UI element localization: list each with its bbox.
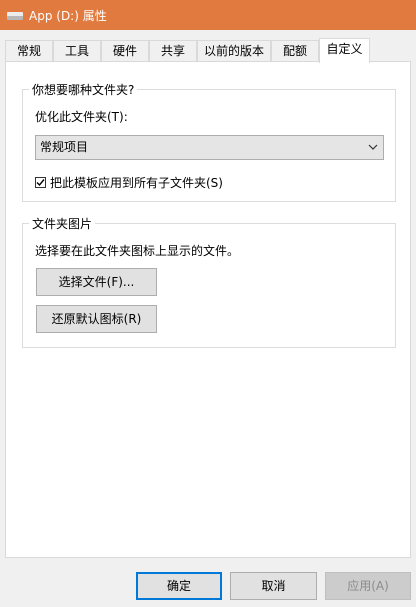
tab-general[interactable]: 常规	[5, 40, 53, 62]
folder-type-group-title: 你想要哪种文件夹?	[29, 81, 138, 98]
checkmark-icon	[36, 179, 45, 187]
optimize-dropdown[interactable]: 常规项目	[35, 135, 384, 160]
tab-strip: 常规 工具 硬件 共享 以前的版本 配额 自定义	[5, 38, 411, 63]
cancel-button[interactable]: 取消	[230, 572, 317, 600]
optimize-dropdown-value: 常规项目	[40, 140, 89, 154]
chevron-down-icon	[368, 144, 378, 150]
optimize-label: 优化此文件夹(T):	[35, 110, 128, 124]
title-bar: App (D:) 属性	[0, 0, 416, 30]
tab-quota[interactable]: 配额	[271, 40, 319, 62]
folder-type-group: 你想要哪种文件夹? 优化此文件夹(T): 常规项目 把此模板应用到所有子文件夹(…	[22, 81, 396, 202]
tab-previous-versions[interactable]: 以前的版本	[197, 40, 271, 62]
tab-customize[interactable]: 自定义	[319, 38, 370, 63]
restore-default-icon-button[interactable]: 还原默认图标(R)	[36, 305, 157, 333]
apply-button[interactable]: 应用(A)	[325, 572, 411, 600]
apply-subfolders-checkbox[interactable]	[35, 177, 46, 188]
choose-file-button[interactable]: 选择文件(F)...	[36, 268, 157, 296]
folder-picture-group: 文件夹图片 选择要在此文件夹图标上显示的文件。 选择文件(F)... 还原默认图…	[22, 215, 396, 348]
ok-button[interactable]: 确定	[136, 572, 222, 600]
tab-tools[interactable]: 工具	[53, 40, 101, 62]
apply-subfolders-label: 把此模板应用到所有子文件夹(S)	[50, 176, 223, 190]
apply-subfolders-row[interactable]: 把此模板应用到所有子文件夹(S)	[35, 174, 223, 191]
tab-hardware[interactable]: 硬件	[101, 40, 149, 62]
tab-panel-customize: 你想要哪种文件夹? 优化此文件夹(T): 常规项目 把此模板应用到所有子文件夹(…	[5, 61, 411, 558]
window-title: App (D:) 属性	[29, 8, 107, 23]
folder-picture-group-title: 文件夹图片	[29, 215, 96, 232]
tab-sharing[interactable]: 共享	[149, 40, 197, 62]
folder-picture-description: 选择要在此文件夹图标上显示的文件。	[35, 244, 240, 258]
drive-icon	[7, 9, 23, 21]
